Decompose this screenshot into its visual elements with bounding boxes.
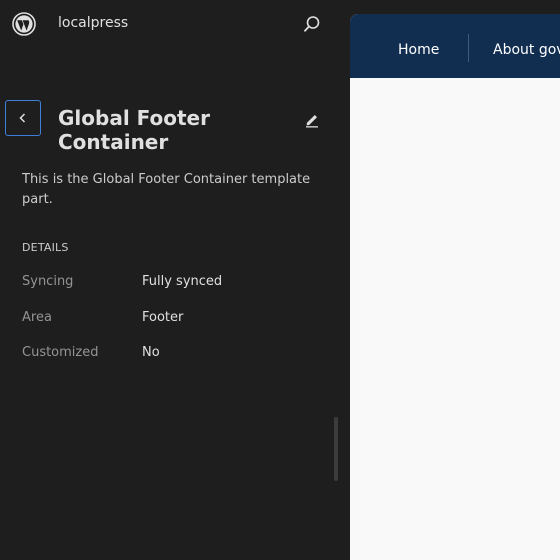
edit-button[interactable] — [300, 108, 324, 132]
detail-label: Customized — [22, 345, 99, 360]
detail-row-syncing: Syncing Fully synced — [22, 274, 322, 294]
detail-row-customized: Customized No — [22, 345, 322, 365]
detail-value: Fully synced — [142, 274, 223, 289]
detail-value: No — [142, 345, 160, 360]
nav-link-about[interactable]: About gov — [493, 14, 560, 78]
preview-canvas[interactable]: Home About gov — [350, 14, 560, 560]
search-button[interactable] — [300, 12, 324, 36]
preview-site-header: Home About gov — [350, 14, 560, 78]
site-title[interactable]: localpress — [58, 15, 128, 31]
back-button[interactable] — [5, 100, 41, 136]
detail-value: Footer — [142, 310, 184, 325]
detail-label: Area — [22, 310, 52, 325]
pencil-icon — [306, 115, 318, 128]
template-part-description: This is the Global Footer Container temp… — [22, 172, 311, 207]
detail-label: Syncing — [22, 274, 74, 289]
search-icon — [304, 16, 320, 32]
wordpress-icon[interactable] — [12, 12, 36, 36]
nav-link-home[interactable]: Home — [398, 14, 439, 78]
detail-row-area: Area Footer — [22, 310, 322, 330]
nav-divider — [468, 34, 469, 62]
details-heading: DETAILS — [22, 241, 69, 254]
chevron-left-icon — [19, 113, 26, 123]
page-title: Global Footer Container — [58, 106, 210, 154]
sidebar-scrollbar[interactable] — [334, 417, 338, 481]
site-editor: localpress Global Footer Container This … — [0, 0, 560, 560]
sidebar: localpress Global Footer Container This … — [0, 0, 350, 560]
